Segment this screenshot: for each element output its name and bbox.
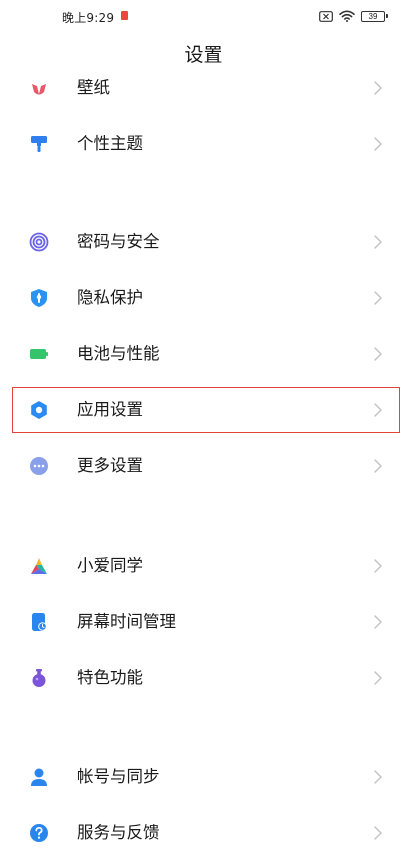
settings-item-xiaoai[interactable]: 小爱同学 (0, 538, 407, 594)
wallpaper-icon (32, 84, 46, 95)
chevron-right-icon (374, 137, 382, 151)
status-time: 晚上9:29 (62, 11, 115, 25)
paint-roller-icon (31, 136, 47, 152)
wifi-icon (339, 10, 355, 22)
settings-item-label: 帐号与同步 (77, 767, 160, 786)
chevron-right-icon (374, 770, 382, 784)
settings-item-label: 服务与反馈 (77, 823, 160, 842)
screen-time-icon (32, 613, 47, 631)
settings-item-screen-time[interactable]: 屏幕时间管理 (0, 594, 407, 650)
settings-item-label: 小爱同学 (77, 556, 143, 575)
chevron-right-icon (374, 235, 382, 249)
settings-item-label: 密码与安全 (77, 232, 160, 251)
chevron-right-icon (374, 81, 382, 95)
settings-item-label: 壁纸 (77, 78, 110, 97)
chevron-right-icon (374, 459, 382, 473)
settings-item-app-settings[interactable]: 应用设置 (0, 382, 407, 438)
gear-icon (31, 401, 47, 419)
settings-item-service-feedback[interactable]: 服务与反馈 (0, 805, 407, 861)
settings-item-account-sync[interactable]: 帐号与同步 (0, 749, 407, 805)
chevron-right-icon (374, 615, 382, 629)
sim-alert-icon (121, 11, 128, 20)
xiaoai-assistant-icon (31, 558, 47, 574)
settings-item-special-features[interactable]: 特色功能 (0, 650, 407, 706)
chevron-right-icon (374, 347, 382, 361)
battery-performance-icon (30, 349, 48, 359)
more-dots-icon (30, 457, 48, 475)
settings-item-label: 屏幕时间管理 (77, 612, 176, 631)
fingerprint-icon (29, 232, 49, 252)
battery-level: 39 (368, 11, 378, 21)
settings-item-label: 个性主题 (77, 134, 143, 153)
chevron-right-icon (374, 559, 382, 573)
battery-icon: 39 (361, 10, 388, 22)
chevron-right-icon (374, 826, 382, 840)
settings-item-label: 特色功能 (77, 668, 143, 687)
chevron-right-icon (374, 403, 382, 417)
settings-item-wallpaper[interactable]: 壁纸 (0, 60, 407, 116)
settings-item-label: 更多设置 (77, 456, 143, 475)
settings-item-label: 隐私保护 (77, 288, 143, 307)
settings-item-password-security[interactable]: 密码与安全 (0, 214, 407, 270)
potion-flask-icon (32, 669, 46, 687)
settings-item-label: 应用设置 (77, 400, 143, 419)
shield-icon (31, 289, 47, 307)
help-icon (30, 824, 48, 842)
user-icon (31, 768, 47, 786)
settings-item-privacy[interactable]: 隐私保护 (0, 270, 407, 326)
settings-item-label: 电池与性能 (77, 344, 160, 363)
chevron-right-icon (374, 671, 382, 685)
settings-item-battery-performance[interactable]: 电池与性能 (0, 326, 407, 382)
no-sim-icon (319, 10, 333, 22)
status-bar: 晚上9:29 39 (0, 0, 407, 34)
settings-item-theme[interactable]: 个性主题 (0, 116, 407, 172)
status-icons: 39 (319, 8, 388, 24)
settings-item-more-settings[interactable]: 更多设置 (0, 438, 407, 494)
chevron-right-icon (374, 291, 382, 305)
